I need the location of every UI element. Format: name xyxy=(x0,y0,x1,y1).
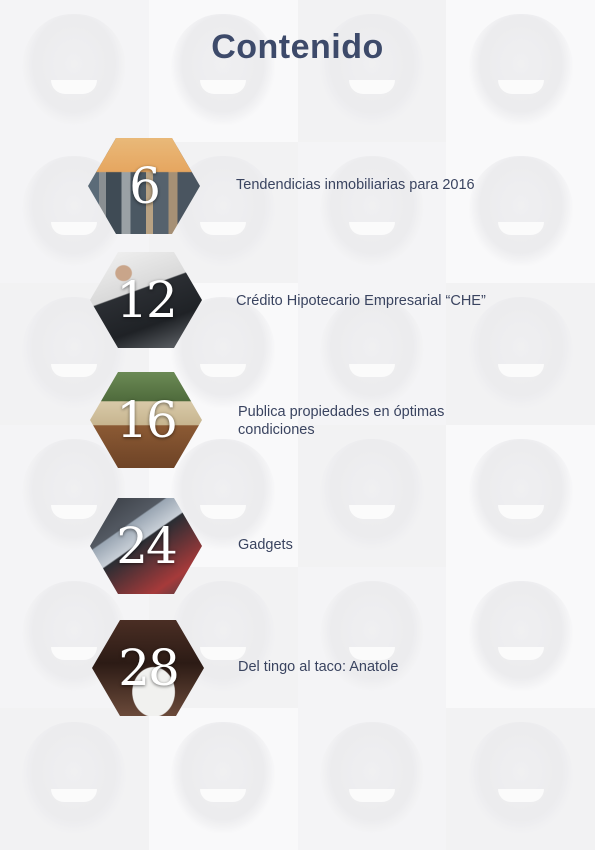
toc-entry[interactable]: 12 Crédito Hipotecario Empresarial “CHE” xyxy=(0,252,595,348)
page-number: 28 xyxy=(118,639,180,697)
toc-entry-title: Tendendicias inmobiliarias para 2016 xyxy=(236,177,475,193)
tablet-gadgets-photo: 24 xyxy=(90,498,202,594)
toc-entry-title: Crédito Hipotecario Empresarial “CHE” xyxy=(236,293,486,309)
toc-entry-title: Publica propiedades en óptimas condicion… xyxy=(238,404,445,438)
page-number: 6 xyxy=(129,157,161,215)
page-number: 12 xyxy=(116,271,178,329)
toc-entry[interactable]: 28 Del tingo al taco: Anatole xyxy=(0,620,595,716)
house-patio-photo: 16 xyxy=(90,372,202,468)
page-title: Contenido xyxy=(211,28,384,66)
businessman-photo: 12 xyxy=(90,252,202,348)
toc-entry-title: Del tingo al taco: Anatole xyxy=(238,659,399,675)
page-number: 16 xyxy=(116,391,178,449)
toc-entry[interactable]: 24 Gadgets xyxy=(0,498,595,594)
toc-entry[interactable]: 6 Tendendicias inmobiliarias para 2016 xyxy=(0,138,595,234)
toc-entry[interactable]: 16 Publica propiedades en óptimas condic… xyxy=(0,372,595,468)
food-plate-photo: 28 xyxy=(92,620,204,716)
toc-entry-title: Gadgets xyxy=(238,537,293,553)
city-skyline-photo: 6 xyxy=(88,138,200,234)
page-number: 24 xyxy=(116,517,178,575)
